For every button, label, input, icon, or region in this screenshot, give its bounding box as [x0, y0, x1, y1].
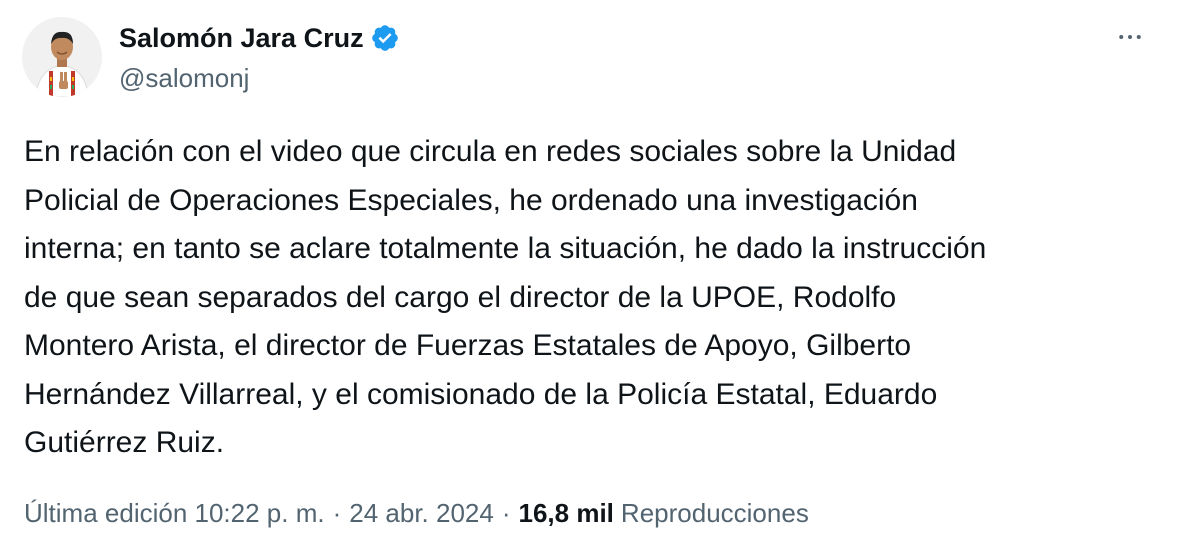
tweet-text: En relación con el video que circula en … — [24, 128, 1164, 468]
views-count: 16,8 mil — [518, 498, 614, 528]
views-label: Reproducciones — [620, 498, 809, 528]
tweet-date-link[interactable]: 24 abr. 2024 — [349, 495, 494, 531]
tweet-text-line: En relación con el video que circula en … — [24, 135, 957, 168]
avatar-photo-icon — [22, 17, 102, 97]
tweet-text-line: Gutiérrez Ruiz. — [24, 426, 225, 459]
tweet-text-line: Montero Arista, el director de Fuerzas E… — [24, 329, 912, 362]
tweet-text-line: Hernández Villarreal, y el comisionado d… — [24, 377, 938, 411]
tweet-text-line: Policial de Operaciones Especiales, he o… — [24, 183, 918, 217]
meta-separator: · — [501, 498, 511, 528]
tweet-text-line: de que sean separados del cargo el direc… — [24, 280, 897, 314]
verified-badge-icon[interactable] — [370, 23, 400, 53]
author-name-row: Salomón Jara Cruz — [119, 21, 400, 55]
tweet-text-line: interna; en tanto se aclare totalmente l… — [24, 232, 987, 265]
more-horizontal-icon — [1119, 35, 1141, 39]
meta-separator: · — [332, 498, 342, 528]
edited-timestamp-link[interactable]: Última edición 10:22 p. m. — [24, 495, 325, 531]
more-options-button[interactable] — [1108, 20, 1152, 54]
author-handle[interactable]: @salomonj — [119, 62, 249, 94]
avatar[interactable] — [22, 17, 102, 97]
tweet-card: Salomón Jara Cruz @salomonj En relación … — [0, 0, 1180, 558]
author-display-name[interactable]: Salomón Jara Cruz — [119, 21, 364, 55]
tweet-metadata: Última edición 10:22 p. m. · 24 abr. 202… — [24, 495, 809, 531]
